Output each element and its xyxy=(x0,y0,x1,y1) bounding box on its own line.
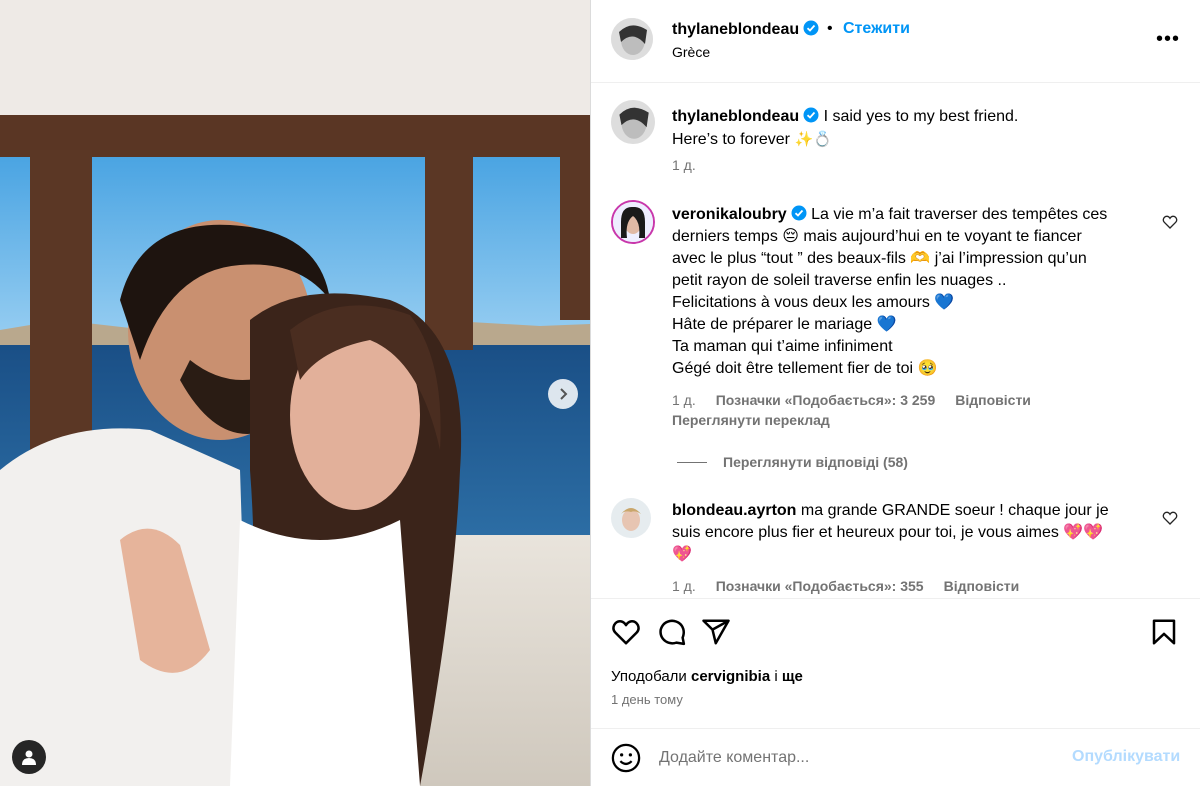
comment-age[interactable]: 1 д. xyxy=(672,392,696,408)
comment-username[interactable]: blondeau.ayrton xyxy=(672,502,796,519)
comment-text-line: ma grande GRANDE soeur ! chaque jour je xyxy=(800,502,1109,519)
post-date[interactable]: 1 день тому xyxy=(611,692,683,707)
carousel-dot xyxy=(256,763,262,769)
like-comment-heart-icon[interactable] xyxy=(1162,510,1178,526)
verified-icon xyxy=(803,20,819,36)
comment-meta: 1 д. Позначки «Подобається»: 355 Відпові… xyxy=(672,578,1019,594)
chevron-right-icon xyxy=(560,388,568,400)
view-replies-button[interactable]: Переглянути відповіді (58) xyxy=(677,454,908,470)
post-photo[interactable] xyxy=(0,0,590,786)
comment-text-line: avec le plus “tout ” des beaux-fils 🫶 j’… xyxy=(672,250,1087,267)
post-caption: thylaneblondeau I said yes to my best fr… xyxy=(611,100,1181,180)
reply-button[interactable]: Відповісти xyxy=(955,392,1031,408)
view-replies-label: Переглянути відповіді (58) xyxy=(723,454,908,470)
comment-likes-count[interactable]: Позначки «Подобається»: 355 xyxy=(716,578,924,594)
carousel-dot xyxy=(316,763,322,769)
comment-text-line: La vie m’a fait traverser des tempêtes c… xyxy=(811,206,1108,223)
comment-composer: Опублікувати xyxy=(591,728,1200,786)
separator-dot: • xyxy=(827,20,833,37)
comment: veronikaloubry La vie m’a fait traverser… xyxy=(611,200,1181,440)
liked-by-others[interactable]: ще xyxy=(782,668,803,685)
bookmark-icon[interactable] xyxy=(1149,617,1179,647)
engagement-selfie-image xyxy=(0,0,590,786)
comment-likes-count[interactable]: Позначки «Подобається»: 3 259 xyxy=(716,392,936,408)
like-comment-heart-icon[interactable] xyxy=(1162,214,1178,230)
publish-comment-button[interactable]: Опублікувати xyxy=(1072,748,1180,766)
commenter-avatar[interactable] xyxy=(611,200,655,244)
comment-meta: 1 д. Позначки «Подобається»: 3 259 Відпо… xyxy=(672,392,1031,408)
author-avatar[interactable] xyxy=(611,18,653,60)
emoji-icon[interactable] xyxy=(611,743,641,773)
carousel-dot xyxy=(286,763,292,769)
comment-icon[interactable] xyxy=(657,617,687,647)
verified-icon xyxy=(791,205,807,221)
comment-text-line: derniers temps 😔 mais aujourd’hui en te … xyxy=(672,228,1082,245)
liked-by-prefix: Уподобали xyxy=(611,668,687,685)
liked-by-user[interactable]: cervignibia xyxy=(691,668,770,685)
see-translation-button[interactable]: Переглянути переклад xyxy=(672,412,830,428)
caption-age[interactable]: 1 д. xyxy=(672,157,696,173)
comment-age[interactable]: 1 д. xyxy=(672,578,696,594)
comment-username[interactable]: veronikaloubry xyxy=(672,206,787,223)
caption-text-line1: I said yes to my best friend. xyxy=(823,108,1019,125)
comment-text-line: 💖 xyxy=(672,546,692,563)
post-action-bar xyxy=(591,598,1200,648)
comment-text-line: petit rayon de soleil traverse enfin les… xyxy=(672,272,1007,289)
follow-button[interactable]: Стежити xyxy=(843,20,910,38)
user-tag-icon xyxy=(22,750,36,765)
carousel-dot xyxy=(326,763,332,769)
comment-text-line: suis encore plus fier et heureux pour to… xyxy=(672,524,1104,541)
post-location[interactable]: Grèce xyxy=(672,44,710,60)
carousel-next-button[interactable] xyxy=(548,379,578,409)
caption-meta: 1 д. xyxy=(672,157,696,173)
comment-text-line: Ta maman qui t’aime infiniment xyxy=(672,338,893,355)
replies-divider-line xyxy=(677,461,707,463)
caption-username[interactable]: thylaneblondeau xyxy=(672,108,799,125)
carousel-dot xyxy=(246,763,252,769)
carousel-dot xyxy=(296,763,302,769)
post-details-panel: thylaneblondeau • Стежити Grèce ••• thyl… xyxy=(590,0,1200,786)
caption-emojis: ✨💍 xyxy=(794,130,832,148)
comment-text-line: Felicitations à vous deux les amours 💙 xyxy=(672,294,955,311)
liked-by-summary: Уподобали cervignibia і ще xyxy=(611,668,803,685)
carousel-indicator xyxy=(236,763,332,769)
liked-by-joiner: і xyxy=(774,668,778,685)
comment-text-line: Gégé doit être tellement fier de toi 🥹 xyxy=(672,360,938,377)
share-icon[interactable] xyxy=(701,617,731,647)
comment-text-line: Hâte de préparer le mariage 💙 xyxy=(672,316,897,333)
commenter-avatar[interactable] xyxy=(611,498,651,538)
heart-icon[interactable] xyxy=(611,617,641,647)
reply-button[interactable]: Відповісти xyxy=(944,578,1020,594)
verified-icon xyxy=(803,107,819,123)
comment: blondeau.ayrton ma grande GRANDE soeur !… xyxy=(611,498,1181,598)
comment-input[interactable] xyxy=(659,745,1039,771)
more-options-button[interactable]: ••• xyxy=(1156,28,1180,51)
carousel-dot xyxy=(306,763,312,769)
tagged-users-button[interactable] xyxy=(12,740,46,774)
caption-author-avatar[interactable] xyxy=(611,100,655,144)
caption-text-line2: Here’s to forever xyxy=(672,131,790,148)
carousel-dot xyxy=(266,763,272,769)
post-header: thylaneblondeau • Стежити Grèce ••• xyxy=(591,0,1200,83)
carousel-dot xyxy=(276,763,282,769)
author-username[interactable]: thylaneblondeau xyxy=(672,20,819,39)
carousel-dot xyxy=(236,763,242,769)
